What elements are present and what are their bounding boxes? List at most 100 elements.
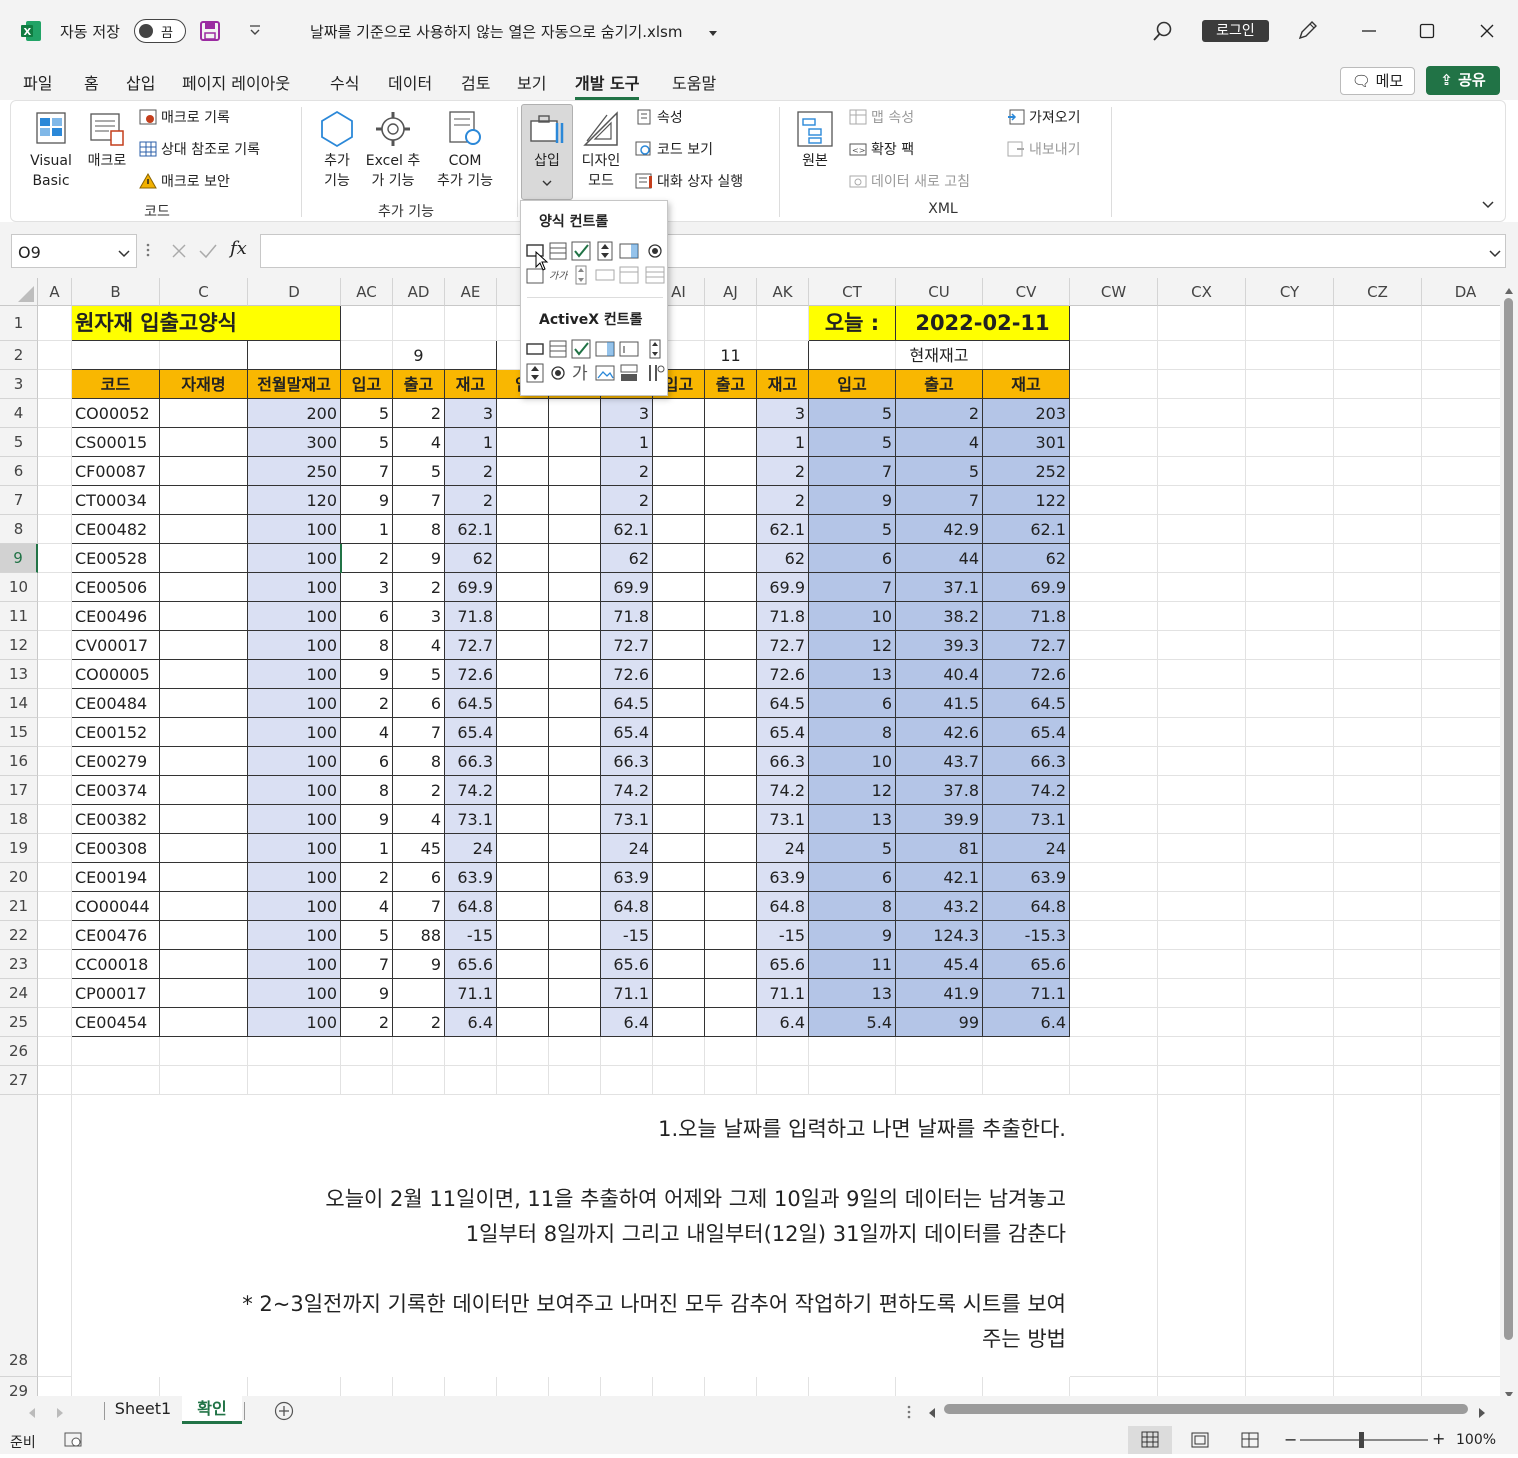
empty-cell[interactable] bbox=[1422, 689, 1500, 718]
material-name-cell[interactable] bbox=[160, 979, 248, 1008]
prev-stock-cell[interactable]: 100 bbox=[248, 515, 341, 544]
column-header-aj[interactable]: AJ bbox=[705, 278, 757, 306]
in-cell[interactable] bbox=[653, 1008, 705, 1037]
import-button[interactable]: 가져오기 bbox=[1007, 109, 1081, 127]
empty-cell[interactable] bbox=[160, 1066, 248, 1095]
column-header-d[interactable]: D bbox=[248, 278, 341, 306]
current-stock-cell[interactable]: 62.1 bbox=[983, 515, 1070, 544]
tab-developer[interactable]: 개발 도구 bbox=[575, 70, 640, 100]
stock-cell[interactable]: 63.9 bbox=[601, 863, 653, 892]
empty-cell[interactable] bbox=[1246, 1377, 1334, 1396]
row-header-6[interactable]: 6 bbox=[0, 457, 38, 486]
out-cell[interactable]: 2 bbox=[393, 399, 445, 428]
out-cell[interactable] bbox=[549, 950, 601, 979]
out-cell[interactable] bbox=[549, 834, 601, 863]
empty-cell[interactable] bbox=[1070, 457, 1158, 486]
empty-cell[interactable] bbox=[601, 1037, 653, 1066]
empty-cell[interactable] bbox=[1246, 660, 1334, 689]
stock-cell[interactable]: 64.5 bbox=[757, 689, 809, 718]
total-in-cell[interactable]: 12 bbox=[809, 776, 896, 805]
stock-cell[interactable]: 71.1 bbox=[757, 979, 809, 1008]
current-stock-cell[interactable]: 64.8 bbox=[983, 892, 1070, 921]
stock-cell[interactable]: 62.1 bbox=[757, 515, 809, 544]
current-stock-cell[interactable]: 71.1 bbox=[983, 979, 1070, 1008]
stock-cell[interactable]: 2 bbox=[601, 457, 653, 486]
column-header-ae[interactable]: AE bbox=[445, 278, 497, 306]
empty-cell[interactable] bbox=[1334, 573, 1422, 602]
out-cell[interactable] bbox=[549, 428, 601, 457]
zoom-slider-thumb[interactable] bbox=[1359, 1432, 1364, 1448]
stock-cell[interactable]: 72.7 bbox=[757, 631, 809, 660]
out-cell[interactable] bbox=[549, 689, 601, 718]
out-cell[interactable]: 4 bbox=[393, 805, 445, 834]
empty-cell[interactable] bbox=[38, 1377, 72, 1396]
total-in-cell[interactable]: 13 bbox=[809, 805, 896, 834]
empty-cell[interactable] bbox=[1422, 863, 1500, 892]
prev-stock-cell[interactable]: 100 bbox=[248, 1008, 341, 1037]
row-header-14[interactable]: 14 bbox=[0, 689, 38, 718]
current-stock-cell[interactable]: 62 bbox=[983, 544, 1070, 573]
empty-cell[interactable] bbox=[1070, 1066, 1158, 1095]
empty-cell[interactable] bbox=[653, 1066, 705, 1095]
in-cell[interactable] bbox=[653, 892, 705, 921]
out-cell[interactable] bbox=[705, 399, 757, 428]
empty-cell[interactable] bbox=[38, 399, 72, 428]
empty-cell[interactable] bbox=[1070, 805, 1158, 834]
stock-cell[interactable]: 66.3 bbox=[601, 747, 653, 776]
total-out-cell[interactable]: 124.3 bbox=[896, 921, 983, 950]
empty-cell[interactable] bbox=[38, 631, 72, 660]
prev-stock-cell[interactable]: 300 bbox=[248, 428, 341, 457]
out-cell[interactable] bbox=[549, 631, 601, 660]
stock-cell[interactable]: 63.9 bbox=[445, 863, 497, 892]
empty-cell[interactable] bbox=[1070, 950, 1158, 979]
activex-command-button-icon[interactable] bbox=[525, 339, 545, 359]
empty-cell[interactable] bbox=[1070, 486, 1158, 515]
empty-cell[interactable] bbox=[445, 1377, 497, 1396]
empty-cell[interactable] bbox=[1158, 602, 1246, 631]
out-cell[interactable] bbox=[705, 892, 757, 921]
empty-cell[interactable] bbox=[1158, 1377, 1246, 1396]
row-header-5[interactable]: 5 bbox=[0, 428, 38, 457]
in-cell[interactable] bbox=[497, 660, 549, 689]
column-header-b[interactable]: B bbox=[72, 278, 160, 306]
expand-formula-chevron-icon[interactable] bbox=[1489, 247, 1501, 258]
stock-cell[interactable]: 64.5 bbox=[445, 689, 497, 718]
column-header-cw[interactable]: CW bbox=[1070, 278, 1158, 306]
in-cell[interactable] bbox=[497, 1008, 549, 1037]
empty-cell[interactable] bbox=[1070, 1008, 1158, 1037]
empty-cell[interactable] bbox=[1158, 515, 1246, 544]
empty-cell[interactable] bbox=[445, 1066, 497, 1095]
xml-source-icon[interactable] bbox=[795, 109, 835, 149]
today-label[interactable]: 오늘 : bbox=[809, 306, 896, 341]
current-stock-cell[interactable]: 24 bbox=[983, 834, 1070, 863]
column-title[interactable]: 재고 bbox=[983, 370, 1070, 399]
current-stock-cell[interactable]: -15.3 bbox=[983, 921, 1070, 950]
properties-button[interactable]: 속성 bbox=[635, 109, 683, 127]
empty-cell[interactable] bbox=[160, 1377, 248, 1396]
in-cell[interactable]: 9 bbox=[341, 805, 393, 834]
empty-cell[interactable] bbox=[1334, 776, 1422, 805]
stock-cell[interactable]: 62 bbox=[757, 544, 809, 573]
row-header-3[interactable]: 3 bbox=[0, 370, 38, 399]
empty-cell[interactable] bbox=[341, 1066, 393, 1095]
activex-toggle-button-icon[interactable] bbox=[619, 363, 639, 383]
total-in-cell[interactable]: 6 bbox=[809, 689, 896, 718]
scroll-bar-control-icon[interactable] bbox=[571, 265, 591, 285]
visual-basic-icon[interactable] bbox=[31, 109, 71, 149]
close-icon[interactable] bbox=[1478, 22, 1496, 40]
memo-button[interactable]: 🗨 메모 bbox=[1340, 67, 1415, 95]
excel-addins-gear-icon[interactable] bbox=[373, 109, 413, 149]
code-cell[interactable]: CE00194 bbox=[72, 863, 160, 892]
blank-merged[interactable] bbox=[72, 341, 248, 370]
empty-cell[interactable] bbox=[1158, 573, 1246, 602]
row-header-22[interactable]: 22 bbox=[0, 921, 38, 950]
total-in-cell[interactable]: 13 bbox=[809, 979, 896, 1008]
next-sheet-arrow-icon[interactable] bbox=[56, 1406, 64, 1418]
in-cell[interactable] bbox=[497, 921, 549, 950]
material-name-cell[interactable] bbox=[160, 689, 248, 718]
empty-cell[interactable] bbox=[341, 306, 393, 341]
empty-cell[interactable] bbox=[1070, 602, 1158, 631]
stock-cell[interactable]: 6.4 bbox=[445, 1008, 497, 1037]
material-name-cell[interactable] bbox=[160, 921, 248, 950]
empty-cell[interactable] bbox=[1070, 776, 1158, 805]
